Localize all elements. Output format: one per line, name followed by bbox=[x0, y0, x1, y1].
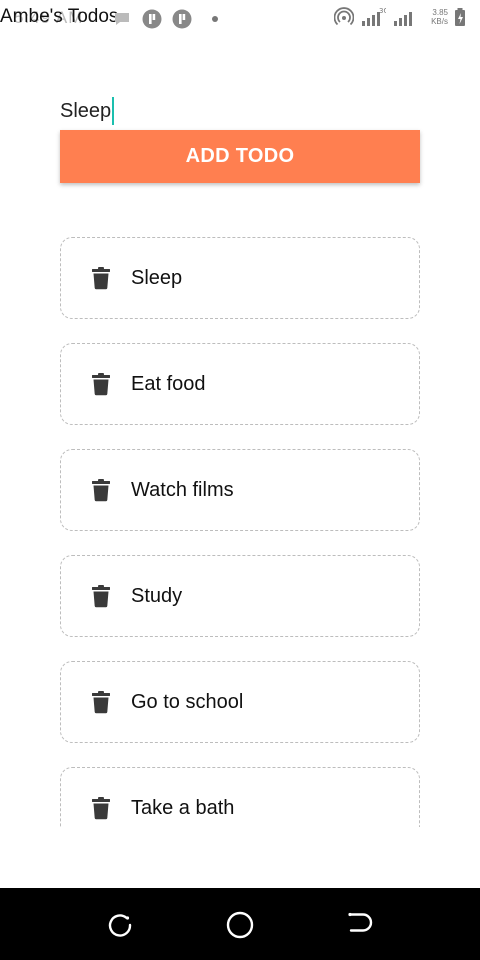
battery-icon bbox=[455, 8, 465, 26]
signal-strength-icon: 3G bbox=[362, 7, 386, 26]
more-notifications-icon bbox=[212, 16, 218, 22]
back-icon[interactable] bbox=[345, 910, 375, 940]
signal-strength-icon bbox=[394, 12, 412, 26]
navigation-bar bbox=[0, 888, 480, 960]
todo-item[interactable]: Take a bath bbox=[60, 767, 420, 827]
text-cursor bbox=[112, 97, 115, 125]
app-notification-icon bbox=[142, 9, 162, 29]
trash-icon[interactable] bbox=[91, 372, 111, 396]
todo-item[interactable]: Go to school bbox=[60, 661, 420, 743]
app-title: Ambe's Todos bbox=[0, 6, 119, 27]
add-todo-button[interactable]: ADD TODO bbox=[60, 130, 420, 183]
system-icons: 3G 3.85 KB/s bbox=[334, 7, 466, 27]
todo-input[interactable]: Sleep bbox=[60, 96, 420, 126]
chat-notification-icon bbox=[115, 13, 129, 25]
hotspot-icon bbox=[334, 7, 354, 26]
trash-icon[interactable] bbox=[91, 796, 111, 820]
status-bar: 5:49 AM Ambe's Todos 3G bbox=[0, 0, 480, 36]
network-type-label: 3G bbox=[379, 7, 386, 15]
trash-icon[interactable] bbox=[91, 478, 111, 502]
todo-text: Take a bath bbox=[131, 796, 235, 819]
network-speed: 3.85 KB/s bbox=[422, 8, 448, 26]
todo-item[interactable]: Study bbox=[60, 555, 420, 637]
network-speed-unit: KB/s bbox=[431, 17, 448, 26]
notification-icons bbox=[112, 9, 218, 29]
trash-icon[interactable] bbox=[91, 584, 111, 608]
todo-text: Eat food bbox=[131, 372, 206, 395]
trash-icon[interactable] bbox=[91, 690, 111, 714]
todo-input-value: Sleep bbox=[60, 99, 112, 122]
trash-icon[interactable] bbox=[91, 266, 111, 290]
recent-apps-icon[interactable] bbox=[105, 910, 135, 940]
todo-item[interactable]: Sleep bbox=[60, 237, 420, 319]
app-notification-icon bbox=[172, 9, 192, 29]
todo-list[interactable]: Sleep Eat food Watch films Study Go to s… bbox=[60, 237, 420, 827]
todo-text: Study bbox=[131, 584, 183, 607]
home-icon[interactable] bbox=[225, 910, 255, 940]
todo-text: Go to school bbox=[131, 690, 244, 713]
todo-text: Watch films bbox=[131, 478, 234, 501]
todo-text: Sleep bbox=[131, 266, 183, 289]
todo-item[interactable]: Watch films bbox=[60, 449, 420, 531]
network-speed-value: 3.85 bbox=[432, 8, 448, 17]
todo-item[interactable]: Eat food bbox=[60, 343, 420, 425]
